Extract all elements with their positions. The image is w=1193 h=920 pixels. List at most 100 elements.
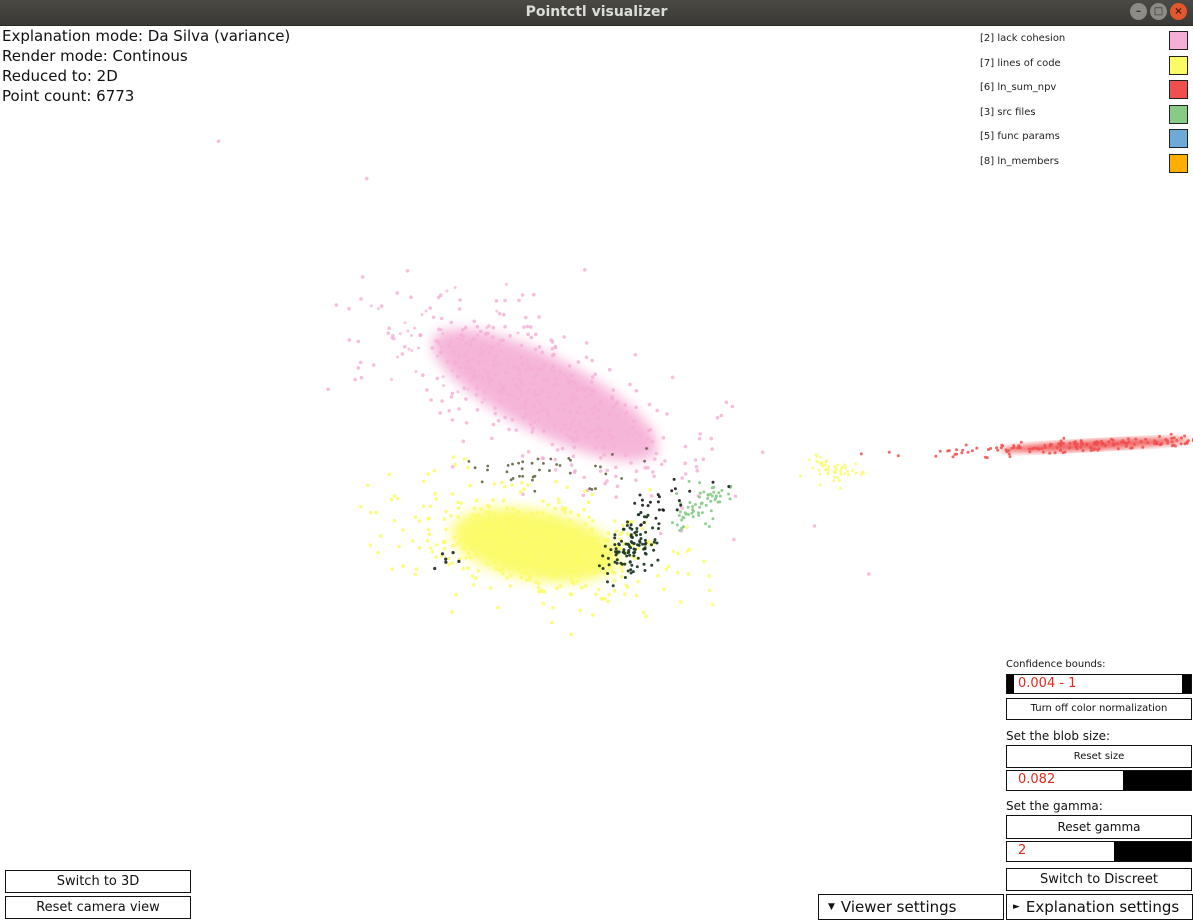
data-point xyxy=(468,555,473,560)
data-point xyxy=(544,407,548,411)
data-point xyxy=(534,540,538,545)
legend-swatch xyxy=(1169,104,1188,124)
close-icon[interactable]: × xyxy=(1170,3,1187,20)
data-point xyxy=(564,402,568,406)
data-point xyxy=(632,547,636,551)
data-point xyxy=(441,375,445,379)
data-point xyxy=(563,534,567,539)
data-point xyxy=(424,309,428,313)
maximize-icon[interactable]: □ xyxy=(1150,3,1167,20)
data-point xyxy=(661,435,666,440)
data-point xyxy=(491,363,496,368)
switch-3d-button[interactable]: Switch to 3D xyxy=(5,870,191,893)
data-point xyxy=(657,522,661,526)
data-point xyxy=(461,328,465,332)
data-point xyxy=(542,590,547,594)
data-point xyxy=(827,465,831,469)
data-point xyxy=(472,377,476,380)
data-point xyxy=(430,549,435,554)
data-point xyxy=(1016,446,1020,450)
reset-camera-button[interactable]: Reset camera view xyxy=(5,896,191,919)
data-point xyxy=(975,446,979,450)
data-point xyxy=(378,534,383,538)
legend-swatch xyxy=(1169,31,1188,50)
data-point xyxy=(463,546,467,551)
data-point xyxy=(1074,445,1078,449)
data-point xyxy=(628,560,632,564)
data-point xyxy=(525,324,530,329)
data-point xyxy=(216,139,221,144)
data-point xyxy=(571,392,576,397)
data-point xyxy=(481,359,485,363)
data-point xyxy=(1179,442,1183,446)
gamma-slider[interactable]: 2 xyxy=(1006,841,1192,862)
data-point xyxy=(594,487,597,491)
color-normalization-button[interactable]: Turn off color normalization xyxy=(1006,698,1192,720)
data-point xyxy=(491,335,495,339)
blob-size-slider-fill[interactable] xyxy=(1123,771,1191,790)
title-bar[interactable]: Pointctl visualizer – □ × xyxy=(0,0,1193,26)
data-point xyxy=(839,487,843,490)
reset-size-button[interactable]: Reset size xyxy=(1006,745,1192,768)
tab-explanation-settings[interactable]: ► Explanation settings xyxy=(1006,894,1193,920)
data-point xyxy=(650,543,653,547)
data-point xyxy=(524,315,528,320)
gamma-label: Set the gamma: xyxy=(1006,799,1103,813)
data-point xyxy=(528,573,532,578)
data-point xyxy=(532,292,536,297)
gamma-slider-fill[interactable] xyxy=(1114,842,1191,861)
data-point xyxy=(652,474,656,479)
tab-viewer-settings[interactable]: ▼ Viewer settings xyxy=(818,894,1004,920)
data-point xyxy=(1007,452,1011,456)
blob-size-slider[interactable]: 0.082 xyxy=(1006,770,1192,791)
data-point xyxy=(1032,446,1036,450)
data-point xyxy=(638,540,642,544)
slider-handle-low[interactable] xyxy=(1007,675,1014,693)
data-point xyxy=(593,561,597,565)
data-point xyxy=(510,483,514,487)
data-point xyxy=(567,457,571,460)
data-point xyxy=(621,523,625,528)
data-point xyxy=(614,474,618,479)
data-point xyxy=(401,528,405,532)
data-point xyxy=(567,364,572,368)
data-point xyxy=(498,348,502,352)
data-point xyxy=(466,349,470,353)
data-point xyxy=(580,388,584,392)
switch-discreet-button[interactable]: Switch to Discreet xyxy=(1006,868,1192,891)
data-point xyxy=(642,521,646,524)
data-point xyxy=(1144,437,1148,441)
data-point xyxy=(583,584,588,588)
data-point xyxy=(634,593,639,598)
data-point xyxy=(675,523,679,527)
data-point xyxy=(1048,451,1052,455)
data-point xyxy=(603,481,607,486)
data-point xyxy=(887,450,891,454)
data-point xyxy=(529,335,534,340)
data-point xyxy=(466,356,470,360)
data-point xyxy=(554,555,559,560)
data-point xyxy=(652,548,656,552)
data-point xyxy=(521,474,525,478)
data-point xyxy=(1134,437,1138,441)
data-point xyxy=(500,480,504,485)
data-point xyxy=(694,503,697,506)
data-point xyxy=(577,574,581,579)
data-point xyxy=(360,275,365,279)
data-point xyxy=(439,328,443,332)
data-point xyxy=(551,564,555,569)
data-point xyxy=(442,546,447,551)
reset-gamma-button[interactable]: Reset gamma xyxy=(1006,815,1192,839)
data-point xyxy=(836,463,840,467)
minimize-icon[interactable]: – xyxy=(1130,3,1147,20)
data-point xyxy=(464,371,468,375)
slider-handle-high[interactable] xyxy=(1182,675,1191,693)
data-point xyxy=(457,353,461,357)
data-point xyxy=(572,543,577,547)
chevron-right-icon: ► xyxy=(1013,902,1020,912)
data-point xyxy=(594,446,598,450)
confidence-bounds-slider[interactable]: 0.004 - 1 xyxy=(1006,674,1192,694)
data-point xyxy=(473,466,477,470)
data-point xyxy=(675,508,679,512)
data-point xyxy=(601,445,606,450)
